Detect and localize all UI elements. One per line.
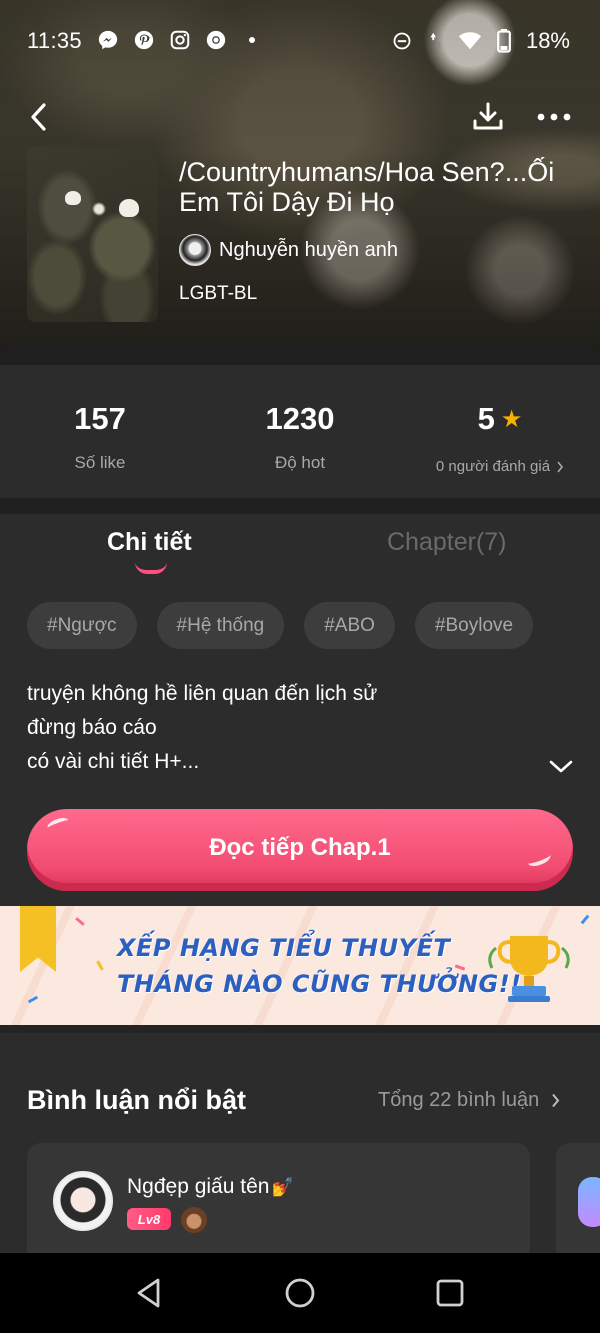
hot-label: Độ hot [274,453,326,472]
star-icon: ★ [500,406,523,433]
description-line: có vài chi tiết H+... [27,750,200,773]
author-row[interactable]: Nghuyễn huyền anh [179,234,398,266]
continue-reading-label: Đọc tiếp Chap.1 [209,834,391,861]
tab-active-indicator [135,562,167,574]
chevron-down-icon [549,760,573,773]
likes-label: Số like [74,453,126,472]
stats-row: 157 Số like 1230 Độ hot 5 ★ 0 người đánh … [0,365,600,498]
data-arrows-icon [424,29,448,53]
nav-home-button[interactable] [282,1275,318,1311]
comment-card[interactable] [556,1143,600,1253]
likes-value: 157 [74,401,126,436]
book-cover[interactable] [27,147,158,322]
download-icon [473,102,503,130]
comment-card[interactable]: Ngđẹp giấu tên 💅 Lv8 [27,1143,530,1253]
hot-value: 1230 [265,401,335,436]
stat-hot: 1230 Độ hot [200,401,400,473]
comments-section-title: Bình luận nổi bật [27,1085,246,1115]
instagram-icon [168,28,192,52]
section-divider [0,1025,600,1033]
banner-headline: XẾP HẠNG TIỂU THUYẾT [117,934,451,962]
panel-top-band [0,343,600,365]
comments-total-link[interactable]: Tổng 22 bình luận [378,1089,560,1112]
wifi-icon [458,29,482,53]
more-dots-icon [537,113,571,121]
system-status: 18% [390,28,570,54]
dot-icon [240,28,264,52]
button-gloss [525,849,553,869]
system-navigation-bar [0,1253,600,1333]
sticker-icon [578,1177,600,1227]
status-time: 11:35 [27,28,82,53]
story-description: truyện không hề liên quan đến lịch sử đừ… [27,677,377,779]
square-recents-icon [436,1279,464,1307]
monkey-badge-icon [181,1207,207,1233]
commenter-avatar[interactable] [53,1171,113,1231]
rating-label: 0 người đánh giá [435,458,551,475]
tag-list: #Ngược #Hệ thống #ABO #Boylove [27,602,534,649]
stat-rating[interactable]: 5 ★ 0 người đánh giá [400,401,600,476]
description-line: truyện không hề liên quan đến lịch sử [27,682,378,705]
commenter-name: Ngđẹp giấu tên [127,1175,270,1198]
battery-percent: 18% [525,28,570,53]
chrome-icon [204,28,228,52]
banner-subheadline: THÁNG NÀO CŨNG THƯỞNG!! [117,970,522,998]
stat-likes: 157 Số like [0,401,200,473]
tag-chip[interactable]: #ABO [304,602,395,649]
confetti [75,917,85,926]
story-title: /Countryhumans/Hoa Sen?...Ối Em Tôi Dậy … [179,157,555,217]
nail-polish-emoji-icon: 💅 [271,1177,294,1197]
circle-home-icon [285,1278,315,1308]
confetti [27,995,39,1004]
author-name: Nghuyễn huyền anh [219,238,399,261]
author-avatar [179,234,211,266]
confetti [580,914,590,925]
chevron-right-icon [557,461,564,472]
description-line: đừng báo cáo [27,716,157,739]
battery-icon [492,29,516,53]
story-details-panel: 157 Số like 1230 Độ hot 5 ★ 0 người đánh … [0,343,600,1253]
cover-lotus [119,199,139,217]
nav-back-button[interactable] [131,1275,167,1311]
cover-lotus [65,191,81,205]
confetti [96,960,104,971]
button-gloss [45,815,71,833]
status-bar: 11:35 18% [0,22,600,62]
chevron-right-icon [552,1093,560,1108]
dnd-icon [390,29,414,53]
comments-total-label: Tổng 22 bình luận [378,1089,540,1111]
expand-description-button[interactable] [547,753,575,781]
trophy-icon [488,936,570,1002]
level-badge: Lv8 [127,1208,171,1230]
nav-recents-button[interactable] [432,1275,468,1311]
tag-chip[interactable]: #Ngược [27,602,137,649]
divider-band [0,498,600,514]
ranking-banner[interactable]: XẾP HẠNG TIỂU THUYẾT THÁNG NÀO CŨNG THƯỞ… [0,906,600,1025]
tab-detail[interactable]: Chi tiết [107,528,192,557]
messenger-icon [96,28,120,52]
rating-value: 5 [477,401,495,436]
back-arrow-icon [31,103,46,131]
download-button[interactable] [468,97,508,137]
continue-reading-button[interactable]: Đọc tiếp Chap.1 [27,809,573,891]
triangle-back-icon [137,1278,160,1308]
bookmark-ribbon-icon [20,906,56,972]
pinterest-icon [132,28,156,52]
tag-chip[interactable]: #Boylove [414,602,534,649]
more-options-button[interactable] [534,97,574,137]
tab-chapter[interactable]: Chapter(7) [387,528,507,557]
tab-bar: Chi tiết Chapter(7) [0,514,600,594]
genre-label: LGBT-BL [179,283,258,304]
back-button[interactable] [22,97,54,137]
top-bar [0,95,600,139]
tag-chip[interactable]: #Hệ thống [156,602,285,649]
notification-icons [96,28,264,52]
